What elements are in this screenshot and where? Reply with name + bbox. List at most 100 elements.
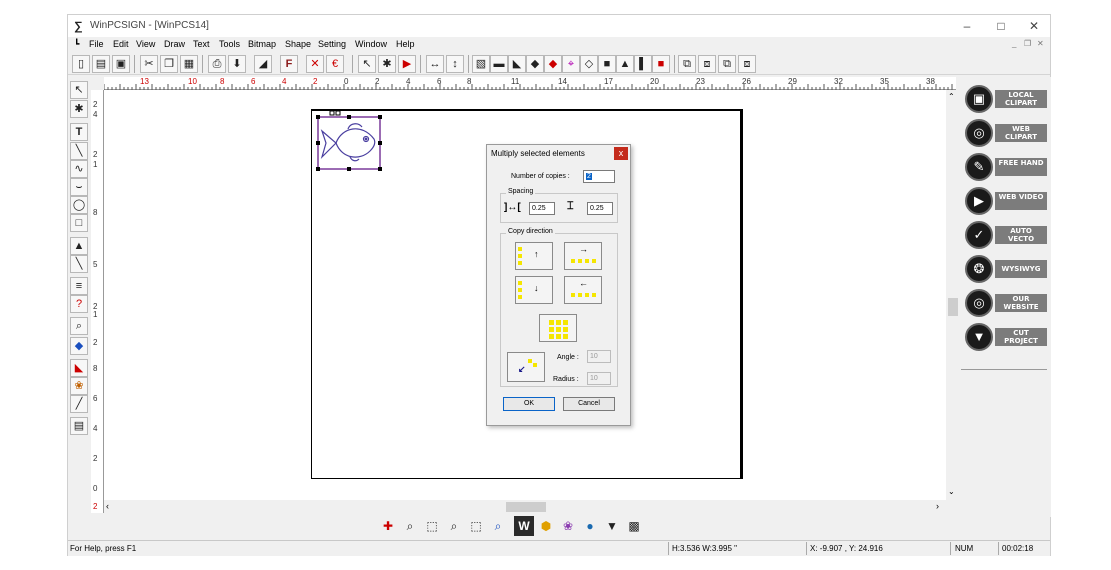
resize-handle[interactable] bbox=[378, 141, 382, 145]
add-node-icon[interactable]: ✚ bbox=[378, 516, 398, 536]
wysiwyg-button[interactable]: ❂ WYSIWYG bbox=[965, 255, 1049, 283]
tshirt-icon[interactable]: ▼ bbox=[602, 516, 622, 536]
paint-bucket-icon[interactable]: ◣ bbox=[70, 359, 88, 377]
local-clipart-button[interactable]: ▣ LOCAL CLIPART bbox=[965, 85, 1049, 113]
font-icon[interactable]: F bbox=[280, 55, 298, 73]
menu-text[interactable]: Text bbox=[193, 39, 210, 49]
cutter-icon[interactable]: ◢ bbox=[254, 55, 272, 73]
ok-button[interactable]: OK bbox=[503, 397, 555, 411]
resize-handle[interactable] bbox=[347, 115, 351, 119]
center-icon[interactable]: ⌖ bbox=[562, 55, 580, 73]
node-tool-icon[interactable]: ✱ bbox=[70, 100, 88, 118]
maximize-button[interactable]: □ bbox=[986, 17, 1016, 35]
cut-icon[interactable]: ✂ bbox=[140, 55, 158, 73]
rectangle-tool-icon[interactable]: □ bbox=[70, 214, 88, 232]
copy-direction-up-button[interactable]: ↑ bbox=[515, 242, 553, 270]
scroll-left-icon[interactable]: ‹ bbox=[106, 501, 109, 511]
menu-file[interactable]: File bbox=[89, 39, 104, 49]
menu-tools[interactable]: Tools bbox=[219, 39, 240, 49]
fill-tool-icon[interactable]: ◆ bbox=[70, 337, 88, 355]
zoom-selection-icon[interactable]: ⬚ bbox=[422, 516, 442, 536]
rotate-handle[interactable] bbox=[329, 110, 335, 116]
mdi-close-button[interactable]: ✕ bbox=[1037, 39, 1044, 48]
vertical-spacing-input[interactable]: 0.25 bbox=[587, 202, 613, 215]
minimize-button[interactable]: – bbox=[952, 17, 982, 35]
copy-direction-circular-button[interactable]: ↙ bbox=[507, 352, 545, 382]
earth-icon[interactable]: ● bbox=[580, 516, 600, 536]
flip-horizontal-icon[interactable]: ↔ bbox=[426, 55, 444, 73]
scroll-down-icon[interactable]: ⌄ bbox=[948, 487, 955, 496]
color-fill-icon[interactable]: ◆ bbox=[544, 55, 562, 73]
save-icon[interactable]: ▣ bbox=[112, 55, 130, 73]
mdi-restore-button[interactable]: ❐ bbox=[1024, 39, 1031, 48]
shape-tool-icon[interactable]: ■ bbox=[598, 55, 616, 73]
plot-icon[interactable]: ⬇ bbox=[228, 55, 246, 73]
properties-tool-icon[interactable]: ≡ bbox=[70, 277, 88, 295]
menu-shape[interactable]: Shape bbox=[285, 39, 311, 49]
auto-vecto-button[interactable]: ✓ AUTO VECTO bbox=[965, 221, 1049, 249]
eraser-icon[interactable]: ◇ bbox=[580, 55, 598, 73]
layer-icon[interactable]: ■ bbox=[652, 55, 670, 73]
pointer-tool-icon[interactable]: ↖ bbox=[70, 81, 88, 99]
horizontal-spacing-input[interactable]: 0.25 bbox=[529, 202, 555, 215]
node-edit-icon[interactable]: ✱ bbox=[378, 55, 396, 73]
select-arrow-icon[interactable]: ↖ bbox=[358, 55, 376, 73]
horizontal-scrollbar[interactable]: ‹ › bbox=[104, 500, 946, 514]
menu-window[interactable]: Window bbox=[355, 39, 387, 49]
copy-direction-grid-button[interactable] bbox=[539, 314, 577, 342]
color-palette-icon[interactable]: ❀ bbox=[558, 516, 578, 536]
group-icon[interactable]: ▬ bbox=[490, 55, 508, 73]
mdi-minimize-button[interactable]: _ bbox=[1012, 39, 1016, 48]
cut-project-button[interactable]: ▼ CUT PROJECT bbox=[965, 323, 1049, 351]
arrange-icon[interactable]: ▲ bbox=[616, 55, 634, 73]
our-website-button[interactable]: ◎ OUR WEBSITE bbox=[965, 289, 1049, 317]
knife-tool-icon[interactable]: ╲ bbox=[70, 255, 88, 273]
copy-direction-down-button[interactable]: ↓ bbox=[515, 276, 553, 304]
menu-setting[interactable]: Setting bbox=[318, 39, 346, 49]
eyedropper-icon[interactable]: ╱ bbox=[70, 395, 88, 413]
zoom-all-icon[interactable]: ⌕ bbox=[444, 516, 464, 536]
selected-fish-element[interactable] bbox=[312, 109, 392, 179]
crop-icon[interactable]: ▩ bbox=[624, 516, 644, 536]
resize-handle[interactable] bbox=[378, 115, 382, 119]
weld-icon[interactable]: ▧ bbox=[472, 55, 490, 73]
resize-handle[interactable] bbox=[378, 167, 382, 171]
web-clipart-button[interactable]: ◎ WEB CLIPART bbox=[965, 119, 1049, 147]
menu-help[interactable]: Help bbox=[396, 39, 415, 49]
align-icon[interactable]: ▌ bbox=[634, 55, 652, 73]
close-button[interactable]: ✕ bbox=[1019, 17, 1049, 35]
resize-handle[interactable] bbox=[316, 115, 320, 119]
web-video-button[interactable]: ▶ WEB VIDEO bbox=[965, 187, 1049, 215]
zoom-page-icon[interactable]: ⬚ bbox=[466, 516, 486, 536]
number-of-copies-input[interactable]: 2 bbox=[583, 170, 615, 183]
menu-bitmap[interactable]: Bitmap bbox=[248, 39, 276, 49]
menu-draw[interactable]: Draw bbox=[164, 39, 185, 49]
scroll-up-icon[interactable]: ⌃ bbox=[948, 92, 955, 101]
vertical-scroll-thumb[interactable] bbox=[948, 298, 958, 316]
copy-direction-right-button[interactable]: → bbox=[564, 242, 602, 270]
print-icon[interactable]: ⎙ bbox=[208, 55, 226, 73]
group-objects-icon[interactable]: ⧉ bbox=[678, 55, 696, 73]
scroll-right-icon[interactable]: › bbox=[936, 501, 939, 511]
open-folder-icon[interactable]: ▤ bbox=[92, 55, 110, 73]
copy-direction-left-button[interactable]: ← bbox=[564, 276, 602, 304]
break-apart-icon[interactable]: ⧈ bbox=[738, 55, 756, 73]
resize-handle[interactable] bbox=[316, 167, 320, 171]
text-tool-icon[interactable]: T bbox=[70, 123, 88, 141]
knife-icon[interactable]: ◣ bbox=[508, 55, 526, 73]
badge-icon[interactable]: ⬢ bbox=[536, 516, 556, 536]
menu-view[interactable]: View bbox=[136, 39, 155, 49]
line-tool-icon[interactable]: ╲ bbox=[70, 142, 88, 160]
ungroup-objects-icon[interactable]: ⧈ bbox=[698, 55, 716, 73]
wizard-icon[interactable]: W bbox=[514, 516, 534, 536]
delete-icon[interactable]: ✕ bbox=[306, 55, 324, 73]
horizontal-scroll-thumb[interactable] bbox=[506, 502, 546, 512]
menu-edit[interactable]: Edit bbox=[113, 39, 129, 49]
paste-icon[interactable]: ▦ bbox=[180, 55, 198, 73]
vertical-scrollbar[interactable]: ⌃ ⌄ bbox=[946, 90, 960, 500]
resize-handle[interactable] bbox=[347, 167, 351, 171]
stamp-tool-icon[interactable]: ▲ bbox=[70, 237, 88, 255]
lasso-zoom-icon[interactable]: ⌕ bbox=[400, 516, 420, 536]
mirror-icon[interactable]: ▶ bbox=[398, 55, 416, 73]
resize-handle[interactable] bbox=[316, 141, 320, 145]
